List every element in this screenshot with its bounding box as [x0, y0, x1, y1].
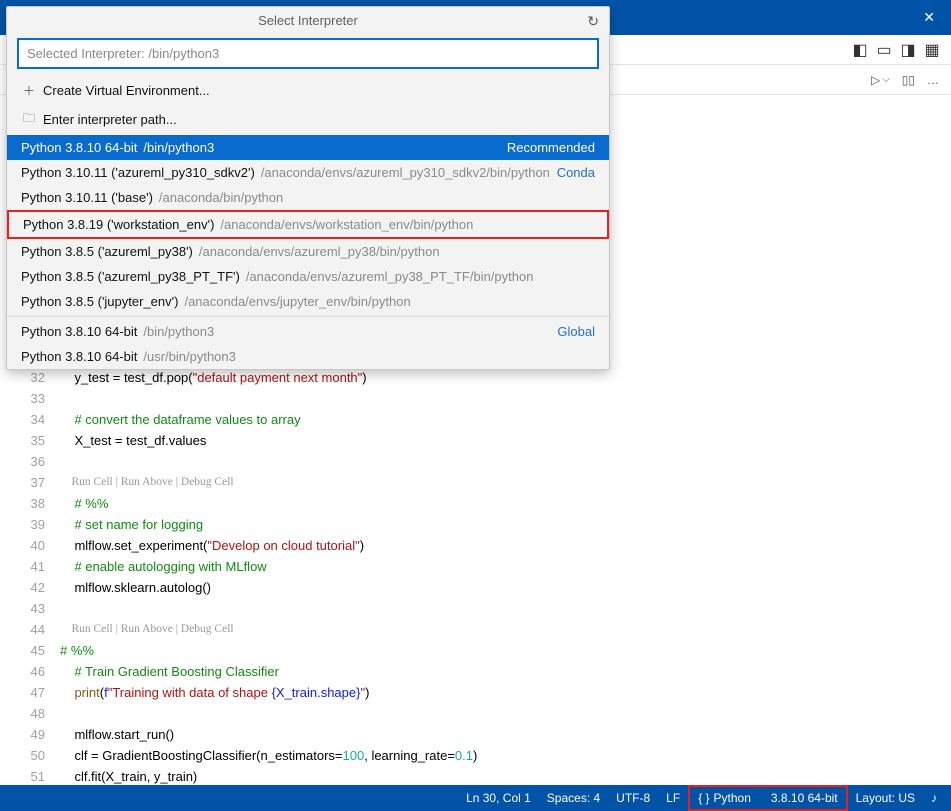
interpreter-path: /anaconda/envs/azureml_py310_sdkv2/bin/p…	[261, 165, 550, 180]
status-spaces[interactable]: Spaces: 4	[539, 785, 608, 811]
status-encoding[interactable]: UTF-8	[608, 785, 658, 811]
status-keyboard-layout[interactable]: Layout: US	[848, 785, 923, 811]
code-line: # enable autologging with MLflow	[60, 556, 951, 577]
split-editor-button[interactable]: ▯▯	[900, 71, 917, 89]
code-line: y_test = test_df.pop("default payment ne…	[60, 367, 951, 388]
play-icon: ▷	[871, 73, 880, 87]
interpreter-name: Python 3.10.11 ('base')	[21, 190, 153, 205]
code-line: X_test = test_df.values	[60, 430, 951, 451]
status-language-label: Python	[714, 791, 751, 805]
interpreter-path: /anaconda/envs/jupyter_env/bin/python	[184, 294, 410, 309]
code-line: # %%	[60, 493, 951, 514]
panel-left-icon[interactable]: ◧	[851, 41, 869, 59]
codelens[interactable]: Run Cell | Run Above | Debug Cell	[60, 619, 951, 640]
status-bar: Ln 30, Col 1 Spaces: 4 UTF-8 LF { } Pyth…	[0, 785, 951, 811]
interpreter-badge: Recommended	[507, 140, 595, 155]
quickpick-title: Select Interpreter ↻	[7, 7, 609, 34]
interpreter-path: /bin/python3	[143, 140, 214, 155]
interpreter-name: Python 3.8.5 ('jupyter_env')	[21, 294, 178, 309]
interpreter-item[interactable]: Python 3.10.11 ('base') /anaconda/bin/pyt…	[7, 185, 609, 210]
code-line: mlflow.start_run()	[60, 724, 951, 745]
folder-icon: 🗀	[21, 109, 37, 130]
create-virtual-env-item[interactable]: ＋ Create Virtual Environment...	[7, 77, 609, 104]
interpreter-name: Python 3.8.5 ('azureml_py38')	[21, 244, 193, 259]
code-line	[60, 703, 951, 724]
code-line: # Train Gradient Boosting Classifier	[60, 661, 951, 682]
bell-icon[interactable]: ♪	[923, 785, 945, 811]
interpreter-item[interactable]: Python 3.8.19 ('workstation_env') /anacon…	[7, 210, 609, 239]
code-line: # set name for logging	[60, 514, 951, 535]
code-line: mlflow.set_experiment("Develop on cloud …	[60, 535, 951, 556]
code-line: clf = GradientBoostingClassifier(n_estim…	[60, 745, 951, 766]
refresh-icon[interactable]: ↻	[587, 13, 599, 30]
layout-grid-icon[interactable]: ▦	[923, 41, 941, 59]
code-line: print(f"Training with data of shape {X_t…	[60, 682, 951, 703]
code-line: mlflow.sklearn.autolog()	[60, 577, 951, 598]
panel-right-icon[interactable]: ◨	[899, 41, 917, 59]
interpreter-name: Python 3.8.19 ('workstation_env')	[23, 217, 214, 232]
more-actions-button[interactable]: …	[925, 71, 941, 89]
braces-icon: { }	[698, 791, 709, 805]
interpreter-item[interactable]: Python 3.8.5 ('azureml_py38_PT_TF') /anac…	[7, 264, 609, 289]
status-eol[interactable]: LF	[658, 785, 688, 811]
interpreter-badge: Conda	[557, 165, 595, 180]
quickpick-input	[17, 38, 599, 69]
status-language-interpreter[interactable]: { } Python 3.8.10 64-bit	[688, 785, 847, 811]
chevron-down-icon: ⌵	[882, 74, 890, 85]
interpreter-item[interactable]: Python 3.10.11 ('azureml_py310_sdkv2') /a…	[7, 160, 609, 185]
interpreter-path: /anaconda/envs/workstation_env/bin/pytho…	[220, 217, 473, 232]
interpreter-path: /anaconda/envs/azureml_py38/bin/python	[199, 244, 440, 259]
code-line	[60, 451, 951, 472]
code-line: # %%	[60, 640, 951, 661]
interpreter-path: /anaconda/bin/python	[159, 190, 283, 205]
plus-icon: ＋	[21, 82, 37, 99]
interpreter-path: /bin/python3	[143, 324, 214, 339]
code-line	[60, 598, 951, 619]
status-cursor[interactable]: Ln 30, Col 1	[458, 785, 539, 811]
interpreter-path: /anaconda/envs/azureml_py38_PT_TF/bin/py…	[246, 269, 534, 284]
interpreter-path: /usr/bin/python3	[143, 349, 236, 364]
interpreter-name: Python 3.8.5 ('azureml_py38_PT_TF')	[21, 269, 240, 284]
close-icon[interactable]: ✕	[915, 5, 943, 30]
interpreter-item[interactable]: Python 3.8.5 ('azureml_py38') /anaconda/e…	[7, 239, 609, 264]
panel-bottom-icon[interactable]: ▭	[875, 41, 893, 59]
run-button[interactable]: ▷ ⌵	[869, 71, 892, 89]
interpreter-item[interactable]: Python 3.8.10 64-bit/bin/python3 Global	[7, 319, 609, 344]
code-line: # convert the dataframe values to array	[60, 409, 951, 430]
status-interpreter-label: 3.8.10 64-bit	[771, 791, 838, 805]
interpreter-search-input[interactable]	[17, 38, 599, 69]
codelens[interactable]: Run Cell | Run Above | Debug Cell	[60, 472, 951, 493]
interpreter-item[interactable]: Python 3.8.10 64-bit/usr/bin/python3	[7, 344, 609, 369]
code-line: clf.fit(X_train, y_train)	[60, 766, 951, 785]
code-line	[60, 388, 951, 409]
interpreter-name: Python 3.8.10 64-bit	[21, 324, 137, 339]
select-interpreter-quickpick: Select Interpreter ↻ ＋ Create Virtual En…	[6, 6, 610, 370]
interpreter-name: Python 3.8.10 64-bit	[21, 349, 137, 364]
interpreter-badge: Global	[557, 324, 595, 339]
quickpick-separator	[7, 316, 609, 317]
enter-interpreter-path-item[interactable]: 🗀 Enter interpreter path...	[7, 104, 609, 135]
interpreter-item[interactable]: Python 3.8.10 64-bit/bin/python3 Recommen…	[7, 135, 609, 160]
interpreter-item[interactable]: Python 3.8.5 ('jupyter_env') /anaconda/en…	[7, 289, 609, 314]
interpreter-name: Python 3.10.11 ('azureml_py310_sdkv2')	[21, 165, 255, 180]
interpreter-name: Python 3.8.10 64-bit	[21, 140, 137, 155]
